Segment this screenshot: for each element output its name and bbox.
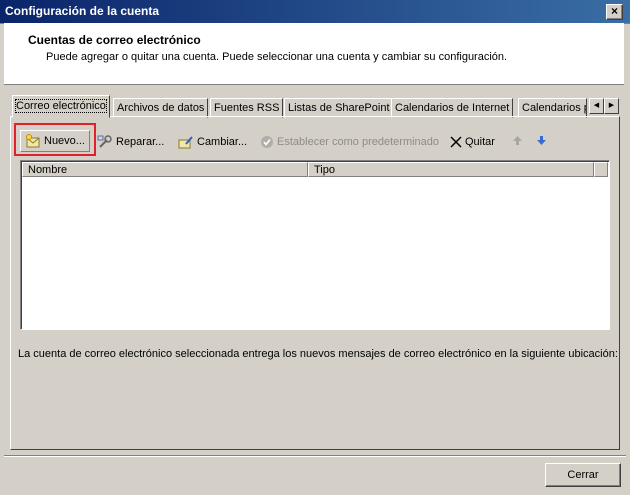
tab-scroll: ◀ ▶ bbox=[589, 98, 619, 114]
tab-sharepoint[interactable]: Listas de SharePoint bbox=[284, 98, 394, 118]
repair-button[interactable]: Reparar... bbox=[97, 133, 164, 151]
window-title: Configuración de la cuenta bbox=[5, 4, 160, 18]
move-up-icon[interactable] bbox=[512, 135, 523, 149]
close-button[interactable]: × bbox=[606, 4, 623, 20]
change-icon bbox=[178, 136, 193, 149]
header-subtitle: Puede agregar o quitar una cuenta. Puede… bbox=[46, 51, 508, 63]
tab-archivos-datos[interactable]: Archivos de datos bbox=[113, 98, 209, 118]
tab-fuentes-rss[interactable]: Fuentes RSS bbox=[210, 98, 284, 118]
tab-correo[interactable]: Correo electrónico bbox=[12, 95, 110, 118]
tab-calendarios-p[interactable]: Calendarios p bbox=[518, 98, 587, 118]
delivery-info-text: La cuenta de correo electrónico seleccio… bbox=[18, 348, 618, 360]
repair-icon bbox=[97, 135, 112, 148]
new-account-icon bbox=[26, 134, 40, 148]
column-header-filler bbox=[594, 162, 608, 177]
remove-button[interactable]: Quitar bbox=[450, 133, 495, 151]
account-list[interactable]: Nombre Tipo bbox=[20, 160, 610, 330]
set-default-button[interactable]: Establecer como predeterminado bbox=[260, 133, 439, 151]
new-button[interactable]: Nuevo... bbox=[20, 130, 90, 152]
check-icon bbox=[261, 136, 273, 149]
close-dialog-button[interactable]: Cerrar bbox=[545, 463, 621, 487]
header-title: Cuentas de correo electrónico bbox=[28, 33, 201, 47]
move-down-icon[interactable] bbox=[536, 135, 547, 149]
change-button[interactable]: Cambiar... bbox=[178, 133, 247, 151]
tab-scroll-left-icon[interactable]: ◀ bbox=[589, 98, 604, 114]
footer-separator bbox=[4, 455, 626, 457]
column-header-tipo[interactable]: Tipo bbox=[308, 162, 594, 177]
column-header-nombre[interactable]: Nombre bbox=[22, 162, 308, 177]
header-panel: Cuentas de correo electrónico Puede agre… bbox=[4, 23, 624, 85]
x-icon bbox=[450, 136, 462, 148]
tab-calendarios-internet[interactable]: Calendarios de Internet bbox=[391, 98, 514, 118]
tab-scroll-right-icon[interactable]: ▶ bbox=[604, 98, 619, 114]
